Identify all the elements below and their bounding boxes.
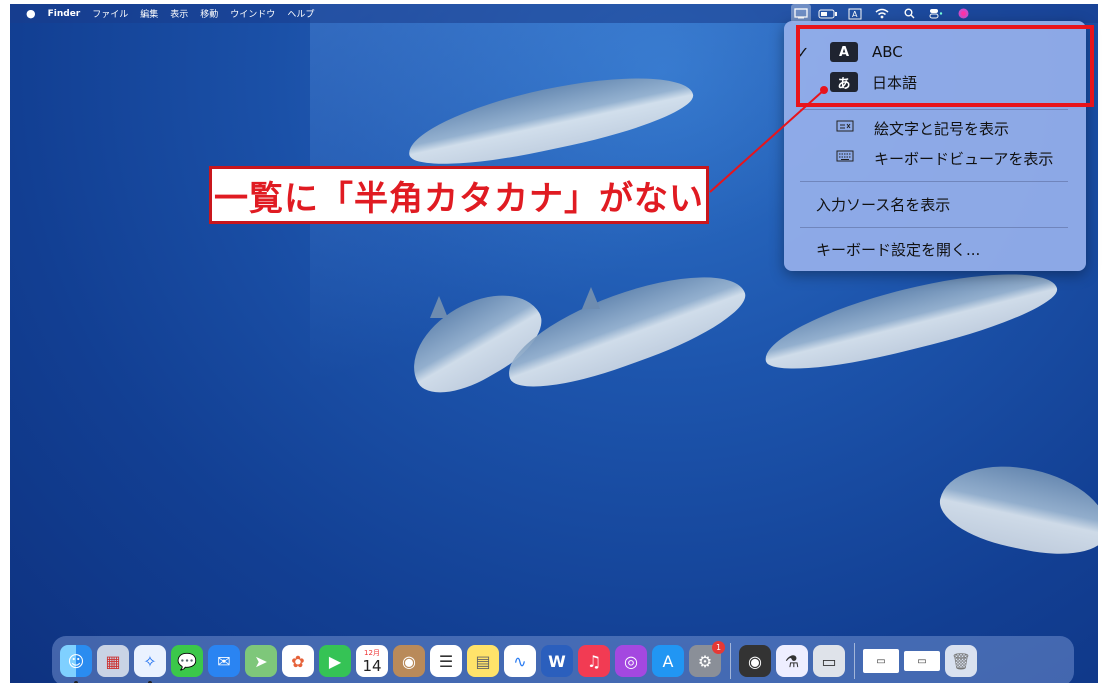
callout-pointer — [709, 86, 828, 193]
callout-label: 一覧に「半角カタカナ」がない — [209, 166, 709, 224]
